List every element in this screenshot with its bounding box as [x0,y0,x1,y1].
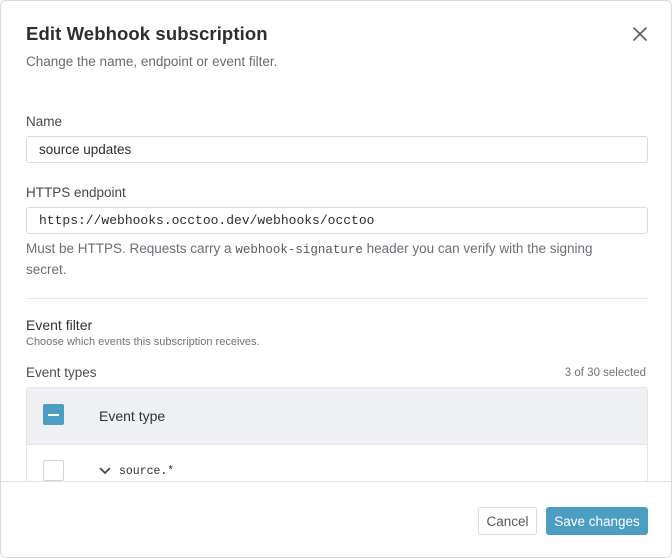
dialog-footer: Cancel Save changes [1,481,671,557]
event-types-label: Event types [26,365,97,380]
endpoint-input[interactable]: https://webhooks.occtoo.dev/webhooks/occ… [26,207,648,234]
edit-webhook-dialog: Edit Webhook subscription Change the nam… [0,0,672,558]
table-header: Event type [27,388,647,445]
column-header-event-type: Event type [99,408,166,424]
signature-header-code: webhook-signature [235,243,363,257]
save-changes-button[interactable]: Save changes [546,507,648,535]
selected-count: 3 of 30 selected [564,367,646,379]
name-input[interactable]: source updates [26,136,648,163]
endpoint-input-value: https://webhooks.occtoo.dev/webhooks/occ… [39,213,375,228]
dialog-subtitle: Change the name, endpoint or event filte… [26,54,278,69]
endpoint-help-text: Must be HTTPS. Requests carry a webhook-… [26,241,593,277]
select-all-checkbox[interactable] [43,404,64,425]
dialog-title: Edit Webhook subscription [26,23,268,44]
event-filter-subtitle: Choose which events this subscription re… [26,336,260,348]
endpoint-label: HTTPS endpoint [26,185,126,200]
chevron-down-icon[interactable] [99,466,111,476]
close-icon[interactable] [631,25,649,43]
event-type-label: source.* [119,465,175,478]
event-filter-title: Event filter [26,317,93,333]
section-divider [26,298,648,299]
name-input-value: source updates [39,142,132,157]
indeterminate-icon [48,413,59,416]
cancel-button[interactable]: Cancel [478,507,537,535]
name-label: Name [26,114,63,129]
dialog-header: Edit Webhook subscription Change the nam… [26,23,651,69]
row-checkbox[interactable] [43,460,64,481]
